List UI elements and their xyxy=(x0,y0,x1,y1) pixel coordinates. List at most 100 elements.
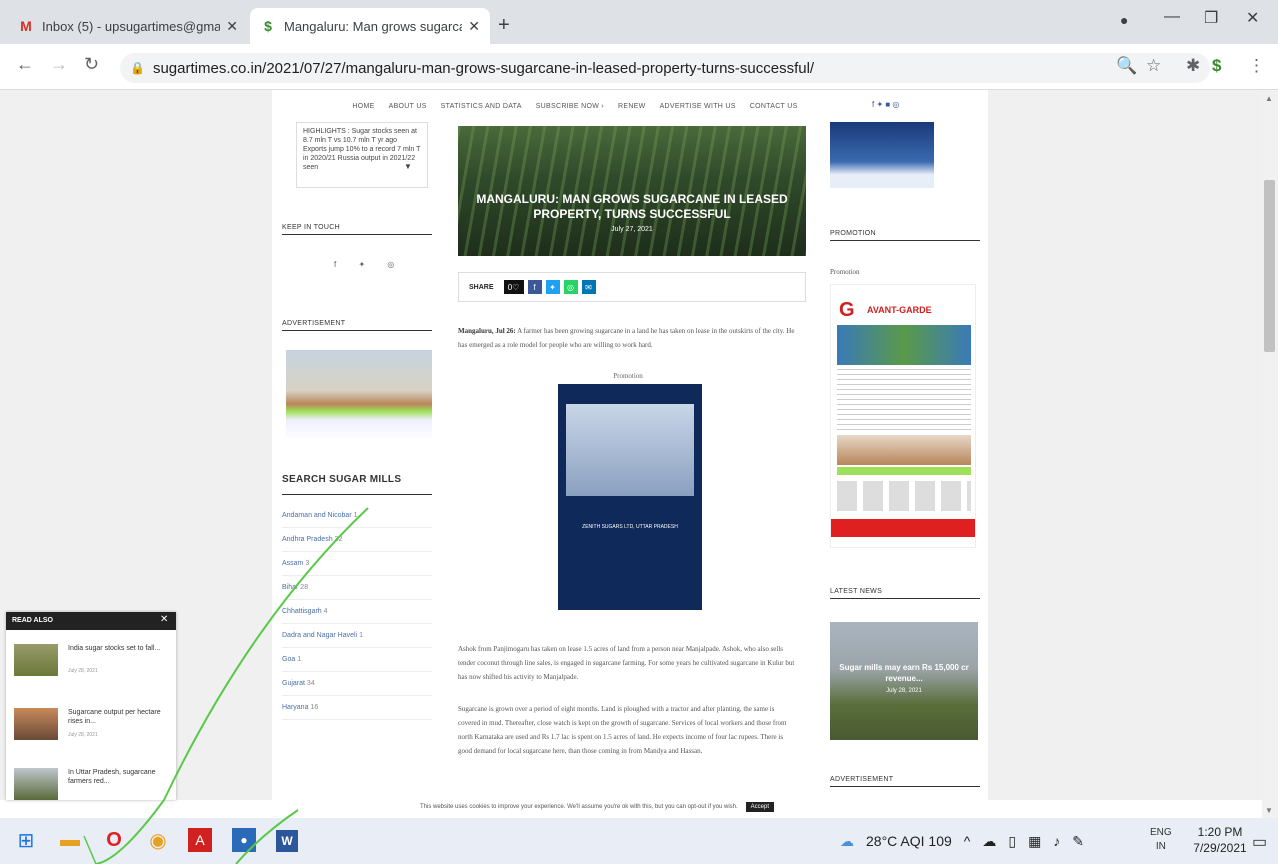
email-icon[interactable]: ✉ xyxy=(581,280,596,294)
word-icon[interactable]: W xyxy=(276,830,298,852)
nav-about[interactable]: ABOUT US xyxy=(389,103,427,110)
network-icon[interactable]: ▦ xyxy=(1028,833,1041,850)
acrobat-icon[interactable]: A xyxy=(188,828,212,852)
nav-statistics[interactable]: STATISTICS AND DATA xyxy=(441,103,522,110)
tab-sugartimes[interactable]: $ Mangaluru: Man grows sugarcan ✕ xyxy=(250,8,490,44)
address-bar[interactable]: 🔒 sugartimes.co.in/2021/07/27/mangaluru-… xyxy=(120,53,1210,83)
article-paragraph: Ashok from Panjimogaru has taken on leas… xyxy=(458,645,795,681)
share-label: SHARE xyxy=(469,283,494,291)
latest-news-title: LATEST NEWS xyxy=(830,588,980,599)
left-sidebar: HIGHLIGHTS : Sugar stocks seen at 8.7 ml… xyxy=(282,122,434,800)
advertisement-banner[interactable] xyxy=(286,350,432,440)
article-title: MANGALURU: MAN GROWS SUGARCANE IN LEASED… xyxy=(476,192,788,221)
notifications-icon[interactable]: ▭ xyxy=(1252,832,1267,852)
cookie-text: This website uses cookies to improve you… xyxy=(420,804,738,810)
whatsapp-icon[interactable]: ◎ xyxy=(563,280,578,294)
scroll-down-icon[interactable]: ▼ xyxy=(1265,806,1273,815)
scrollbar-thumb[interactable] xyxy=(1264,180,1275,352)
list-item[interactable]: Haryana 16 xyxy=(282,696,432,720)
reload-icon[interactable]: ↻ xyxy=(84,54,99,75)
forward-icon[interactable]: → xyxy=(50,54,68,75)
weather-icon[interactable]: ☁ xyxy=(840,833,854,850)
restore-button[interactable]: ❐ xyxy=(1204,8,1218,28)
keep-in-touch-title: KEEP IN TOUCH xyxy=(282,224,432,235)
promotion-label: Promotion xyxy=(613,372,643,380)
chevron-up-icon[interactable]: ^ xyxy=(964,833,971,849)
social-icons-top[interactable]: f ✦ ■ ◎ xyxy=(872,100,899,109)
thumbnail xyxy=(14,644,58,676)
twitter-icon[interactable]: ✦ xyxy=(545,280,560,294)
close-icon[interactable]: ✕ xyxy=(160,614,168,625)
menu-icon[interactable]: ⋮ xyxy=(1248,56,1265,76)
list-item[interactable]: Gujarat 34 xyxy=(282,672,432,696)
nav-home[interactable]: HOME xyxy=(352,103,374,110)
article-date: July 27, 2021 xyxy=(611,226,653,233)
list-item[interactable]: Goa 1 xyxy=(282,648,432,672)
advertisement-title-right: ADVERTISEMENT xyxy=(830,776,980,787)
nav-subscribe[interactable]: SUBSCRIBE NOW › xyxy=(536,103,604,110)
file-explorer-icon[interactable]: ▬ xyxy=(56,826,84,854)
share-bar: SHARE 0♡ f ✦ ◎ ✉ xyxy=(458,272,806,302)
nav-contact[interactable]: CONTACT US xyxy=(750,103,798,110)
list-item[interactable]: Andhra Pradesh 32 xyxy=(282,528,432,552)
list-item[interactable]: Assam 3 xyxy=(282,552,432,576)
chrome-icon[interactable]: ◉ xyxy=(144,826,172,854)
latest-news-caption[interactable]: Sugar mills may earn Rs 15,000 cr revenu… xyxy=(830,662,978,684)
back-icon[interactable]: ← xyxy=(16,54,34,75)
nav-advertise[interactable]: ADVERTISE WITH US xyxy=(660,103,736,110)
clock[interactable]: 1:20 PM 7/29/2021 xyxy=(1190,824,1250,856)
bookmark-star-icon[interactable]: ☆ xyxy=(1146,56,1161,76)
list-item[interactable]: Andaman and Nicobar 1 xyxy=(282,504,432,528)
nav-renew[interactable]: RENEW xyxy=(618,103,646,110)
item-title: India sugar stocks set to fall... xyxy=(68,645,161,652)
language-indicator[interactable]: ENG IN xyxy=(1150,826,1172,854)
list-item[interactable]: Bihar 28 xyxy=(282,576,432,600)
minimize-button[interactable]: — xyxy=(1164,8,1180,26)
close-window-button[interactable]: ✕ xyxy=(1246,8,1259,28)
pen-icon[interactable]: ✎ xyxy=(1072,833,1084,850)
opera-icon[interactable]: O xyxy=(100,826,128,854)
chevron-down-icon[interactable]: ▼ xyxy=(404,162,412,171)
site-content: HOME ABOUT US STATISTICS AND DATA SUBSCR… xyxy=(272,90,988,800)
article-paragraph: Sugarcane is grown over a period of eigh… xyxy=(458,705,787,755)
new-tab-button[interactable]: + xyxy=(498,14,510,37)
thumbnail xyxy=(14,708,58,740)
profile-icon[interactable]: ● xyxy=(1120,12,1128,28)
accept-button[interactable]: Accept xyxy=(745,802,775,812)
avant-garde-ad[interactable]: G AVANT-GARDE xyxy=(830,284,976,548)
close-icon[interactable]: ✕ xyxy=(468,18,480,35)
weather-text[interactable]: 28°C AQI 109 xyxy=(866,833,952,849)
extensions-icon[interactable]: ✱ xyxy=(1186,56,1200,76)
share-count-icon[interactable]: 0♡ xyxy=(503,280,524,294)
article-hero-image: MANGALURU: MAN GROWS SUGARCANE IN LEASED… xyxy=(458,126,806,256)
notification-app-icon[interactable]: ● xyxy=(232,828,256,852)
url-text: sugartimes.co.in/2021/07/27/mangaluru-ma… xyxy=(152,59,815,77)
battery-icon[interactable]: ▯ xyxy=(1008,833,1016,850)
social-icons[interactable]: f ✦ ◎ xyxy=(334,260,404,269)
zoom-icon[interactable]: 🔍 xyxy=(1116,56,1137,76)
latest-news-date: July 28, 2021 xyxy=(886,688,922,694)
avant-garde-logo-icon: G xyxy=(839,299,855,321)
sugartimes-extension-icon[interactable]: $ xyxy=(1212,56,1221,76)
windows-start-icon[interactable]: ⊞ xyxy=(12,826,40,854)
scroll-up-icon[interactable]: ▲ xyxy=(1265,94,1273,103)
ad-banner-top[interactable] xyxy=(830,122,934,188)
read-also-item[interactable]: Sugarcane output per hectare rises in...… xyxy=(14,708,174,758)
search-mills-title: SEARCH SUGAR MILLS xyxy=(282,474,402,485)
list-item[interactable]: Dadra and Nagar Haveli 1 xyxy=(282,624,432,648)
item-date: July 28, 2021 xyxy=(68,668,98,674)
advertisement-title: ADVERTISEMENT xyxy=(282,320,432,331)
list-item[interactable]: Chhattisgarh 4 xyxy=(282,600,432,624)
highlights-ticker: HIGHLIGHTS : Sugar stocks seen at 8.7 ml… xyxy=(296,122,428,188)
onedrive-icon[interactable]: ☁ xyxy=(982,833,996,850)
tab-gmail[interactable]: M Inbox (5) - upsugartimes@gmail ✕ xyxy=(8,8,248,44)
promotion-banner[interactable]: ZENITH SUGARS LTD, UTTAR PRADESH xyxy=(558,384,702,610)
close-icon[interactable]: ✕ xyxy=(226,18,238,35)
avant-garde-title: AVANT-GARDE xyxy=(867,305,932,315)
item-title: Sugarcane output per hectare rises in... xyxy=(68,709,161,725)
promo-caption: ZENITH SUGARS LTD, UTTAR PRADESH xyxy=(582,524,678,530)
read-also-item[interactable]: India sugar stocks set to fall... July 2… xyxy=(14,644,174,694)
facebook-icon[interactable]: f xyxy=(527,280,542,294)
volume-icon[interactable]: ♪ xyxy=(1053,833,1060,849)
read-also-item[interactable]: In Uttar Pradesh, sugarcane farmers red.… xyxy=(14,768,174,818)
